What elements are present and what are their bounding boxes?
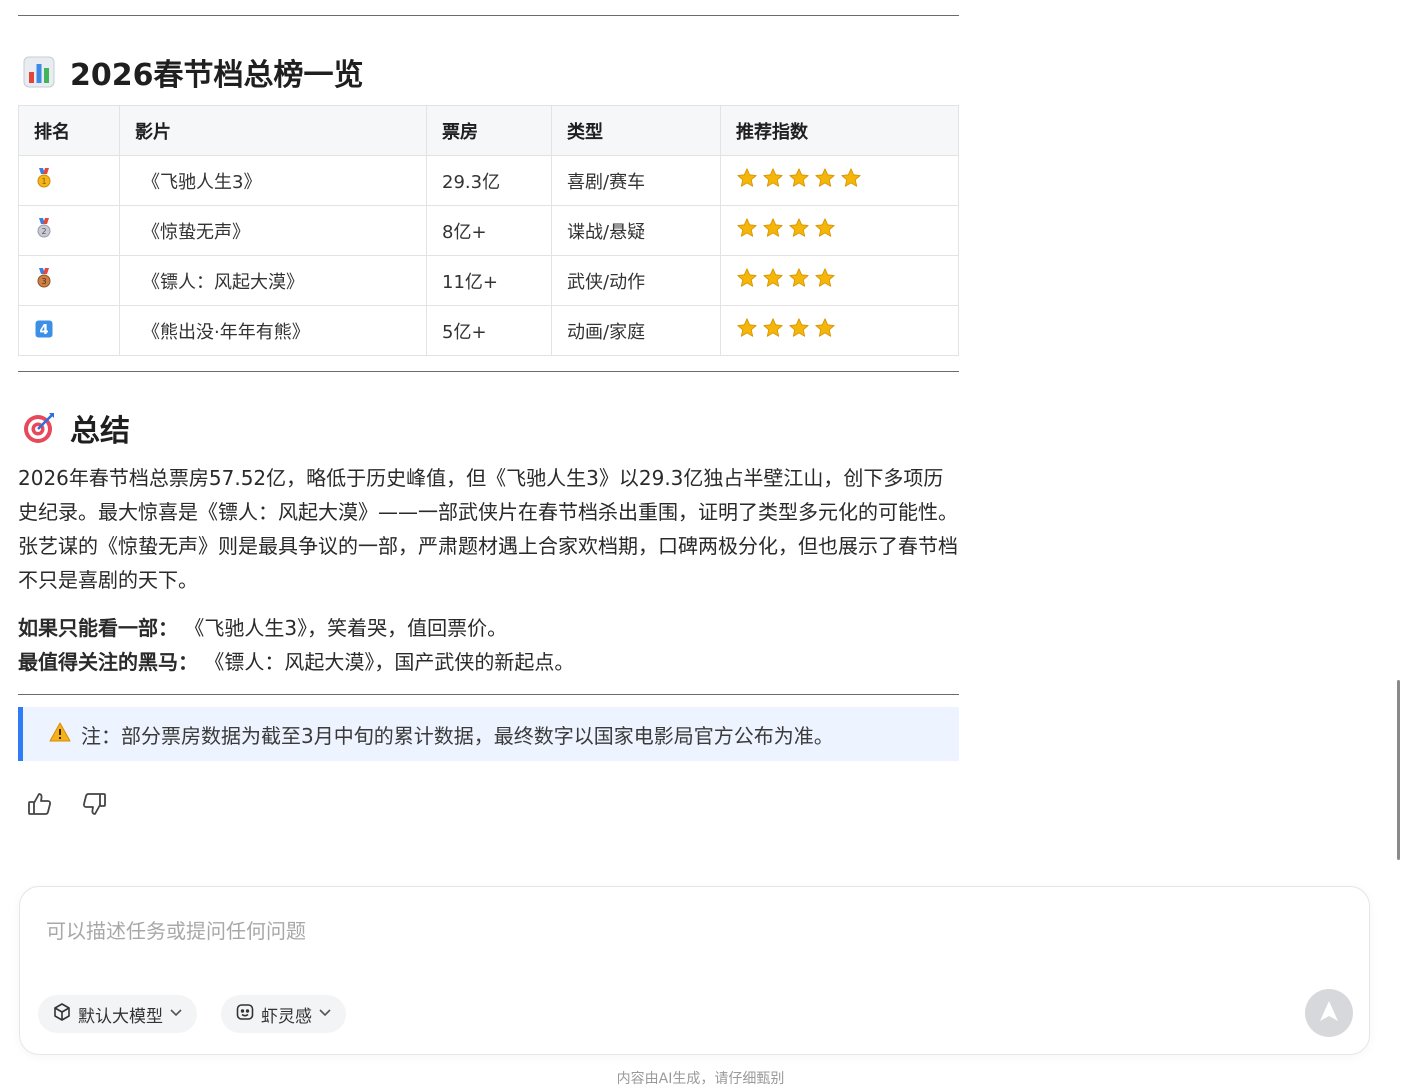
rating-cell (720, 205, 959, 256)
rank-cell: 2 (18, 205, 120, 256)
divider (18, 371, 959, 372)
recommendation-line: 如果只能看一部： 《飞驰人生3》，笑着哭，值回票价。 (18, 611, 959, 645)
rating-cell (720, 155, 959, 206)
divider (18, 15, 959, 16)
star-icon (788, 167, 810, 194)
rank-cell: 3 (18, 255, 120, 306)
table-header-row: 排名 影片 票房 类型 推荐指数 (18, 105, 959, 156)
box-office-cell: 11亿+ (426, 255, 552, 306)
dark-horse-text: 《镖人：风起大漠》，国产武侠的新起点。 (204, 650, 575, 674)
star-rating (736, 317, 943, 344)
send-button[interactable] (1305, 989, 1353, 1037)
star-icon (840, 167, 862, 194)
dark-horse-label: 最值得关注的黑马： (18, 650, 198, 674)
svg-text:1: 1 (41, 177, 46, 186)
warning-icon (49, 722, 71, 747)
bar-chart-icon (22, 55, 56, 89)
chevron-down-icon (169, 1004, 183, 1024)
star-icon (736, 217, 758, 244)
thumbs-up-icon[interactable] (26, 790, 54, 818)
star-icon (762, 167, 784, 194)
film-cell: 《熊出没·年年有熊》 (119, 305, 427, 356)
recommendation-label: 如果只能看一部： (18, 616, 178, 640)
gold-medal-icon: 1 (34, 168, 54, 188)
star-rating (736, 217, 943, 244)
keycap-4-icon: 4 (34, 319, 54, 339)
column-header-box-office: 票房 (426, 105, 552, 156)
column-header-rating: 推荐指数 (720, 105, 959, 156)
star-icon (762, 317, 784, 344)
genre-cell: 喜剧/赛车 (551, 155, 721, 206)
genre-cell: 谍战/悬疑 (551, 205, 721, 256)
target-icon (22, 411, 56, 445)
box-office-table: 排名 影片 票房 类型 推荐指数 1 《飞驰人生3》 29.3亿 喜剧/赛车 2… (18, 105, 959, 356)
disclaimer-note: 注：部分票房数据为截至3月中旬的累计数据，最终数字以国家电影局官方公布为准。 (18, 707, 959, 761)
svg-text:4: 4 (39, 323, 48, 338)
star-icon (814, 217, 836, 244)
box-office-cell: 29.3亿 (426, 155, 552, 206)
section-heading-ranking: 2026春节档总榜一览 (22, 50, 364, 94)
column-header-rank: 排名 (18, 105, 120, 156)
thumbs-down-icon[interactable] (80, 790, 108, 818)
box-office-cell: 8亿+ (426, 205, 552, 256)
table-row: 2 《惊蛰无声》 8亿+ 谍战/悬疑 (18, 205, 959, 256)
mode-label: 虾灵感 (261, 1006, 312, 1027)
box-office-cell: 5亿+ (426, 305, 552, 356)
star-icon (762, 267, 784, 294)
column-header-film: 影片 (119, 105, 427, 156)
film-cell: 《飞驰人生3》 (119, 155, 427, 206)
note-text: 注：部分票房数据为截至3月中旬的累计数据，最终数字以国家电影局官方公布为准。 (81, 723, 834, 748)
model-selector[interactable]: 默认大模型 (38, 995, 197, 1033)
scrollbar[interactable] (1397, 680, 1400, 860)
rank-cell: 1 (18, 155, 120, 206)
table-row: 3 《镖人：风起大漠》 11亿+ 武侠/动作 (18, 255, 959, 306)
message-composer: 默认大模型 虾灵感 (19, 886, 1370, 1055)
divider (18, 694, 959, 695)
chevron-down-icon (318, 1004, 332, 1024)
film-cell: 《镖人：风起大漠》 (119, 255, 427, 306)
star-rating (736, 267, 943, 294)
cube-icon (52, 1002, 72, 1027)
send-icon (1318, 1000, 1340, 1026)
star-icon (736, 267, 758, 294)
section-title: 总结 (70, 414, 130, 449)
star-icon (788, 317, 810, 344)
dark-horse-line: 最值得关注的黑马： 《镖人：风起大漠》，国产武侠的新起点。 (18, 645, 959, 679)
rating-cell (720, 255, 959, 306)
table-row: 1 《飞驰人生3》 29.3亿 喜剧/赛车 (18, 155, 959, 206)
bronze-medal-icon: 3 (34, 268, 54, 288)
prompt-input[interactable] (44, 913, 1248, 967)
film-cell: 《惊蛰无声》 (119, 205, 427, 256)
star-icon (736, 317, 758, 344)
recommendation-text: 《飞驰人生3》，笑着哭，值回票价。 (184, 616, 508, 640)
rank-cell: 4 (18, 305, 120, 356)
ai-disclaimer: 内容由AI生成，请仔细甄别 (616, 1071, 785, 1087)
rating-cell (720, 305, 959, 356)
star-icon (814, 317, 836, 344)
model-label: 默认大模型 (78, 1006, 163, 1027)
silver-medal-icon: 2 (34, 218, 54, 238)
star-icon (762, 217, 784, 244)
inspiration-selector[interactable]: 虾灵感 (221, 995, 346, 1033)
svg-text:3: 3 (41, 277, 46, 286)
star-icon (814, 267, 836, 294)
svg-text:2: 2 (41, 227, 46, 236)
smile-icon (235, 1002, 255, 1027)
star-icon (788, 217, 810, 244)
summary-paragraph: 2026年春节档总票房57.52亿，略低于历史峰值，但《飞驰人生3》以29.3亿… (18, 466, 958, 592)
star-icon (814, 167, 836, 194)
star-rating (736, 167, 943, 194)
section-heading-summary: 总结 (22, 406, 130, 450)
column-header-genre: 类型 (551, 105, 721, 156)
feedback-bar (26, 790, 108, 818)
star-icon (736, 167, 758, 194)
genre-cell: 动画/家庭 (551, 305, 721, 356)
section-title: 2026春节档总榜一览 (70, 58, 364, 93)
table-row: 4 《熊出没·年年有熊》 5亿+ 动画/家庭 (18, 305, 959, 356)
genre-cell: 武侠/动作 (551, 255, 721, 306)
star-icon (788, 267, 810, 294)
